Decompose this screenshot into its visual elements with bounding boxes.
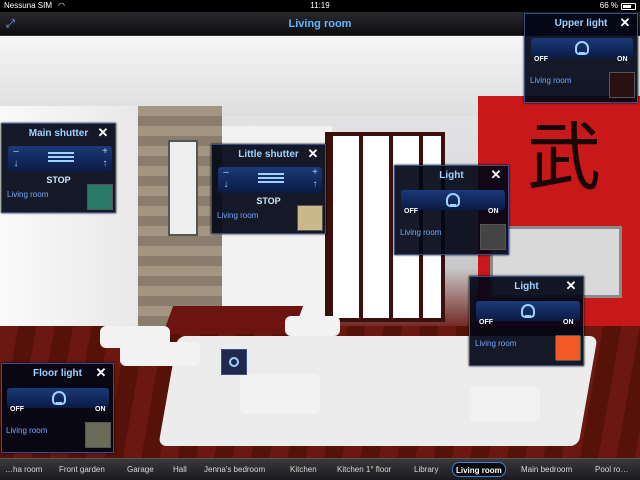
close-icon[interactable]: ✕ (94, 366, 108, 380)
close-icon[interactable]: ✕ (618, 16, 632, 30)
close-icon[interactable]: ✕ (489, 168, 503, 182)
off-label[interactable]: OFF (534, 56, 548, 63)
room-label: Living room (7, 190, 49, 199)
off-label[interactable]: OFF (10, 406, 24, 413)
tab-kitchen[interactable]: Kitchen (287, 462, 320, 477)
tab-kitchen-1-floor[interactable]: Kitchen 1° floor (334, 462, 394, 477)
bulb-icon (52, 391, 66, 405)
camera-button[interactable] (221, 349, 247, 375)
battery-icon (621, 3, 636, 10)
bulb-icon (575, 41, 589, 55)
shutter-thumbnail (87, 184, 113, 210)
main-shutter-panel: Main shutter ✕ – ↓ + ↑ STOP Living room (1, 123, 116, 213)
panel-title: Upper light (554, 18, 608, 29)
tab-living-room[interactable]: Living room (452, 462, 506, 477)
down-arrow-icon[interactable]: ↓ (10, 158, 22, 169)
panel-title: Floor light (33, 368, 82, 379)
clock: 11:19 (310, 1, 330, 10)
room-label: Living room (530, 76, 572, 85)
up-arrow-icon[interactable]: ↑ (309, 179, 321, 190)
panel-title: Little shutter (238, 149, 299, 160)
tab-hall[interactable]: Hall (170, 462, 190, 477)
cushion (470, 386, 540, 422)
tab-garage[interactable]: Garage (124, 462, 157, 477)
panel-title: Light (439, 170, 464, 181)
coffee-table (162, 306, 304, 334)
close-icon[interactable]: ✕ (96, 126, 110, 140)
tab-front-garden[interactable]: Front garden (56, 462, 108, 477)
room-label: Living room (217, 211, 259, 220)
plus-icon[interactable]: + (309, 167, 321, 178)
tab-main-bedroom[interactable]: Main bedroom (518, 462, 575, 477)
shutter-thumbnail (297, 205, 323, 231)
tab-jennas-bedroom[interactable]: Jenna's bedroom (201, 462, 268, 477)
light-panel: Light ✕ OFF ON Living room (469, 276, 584, 366)
room-label: Living room (475, 339, 517, 348)
cushion (285, 316, 340, 336)
off-label[interactable]: OFF (479, 319, 493, 326)
tab-library[interactable]: Library (411, 462, 441, 477)
shutter-icon (258, 173, 284, 185)
cushion (120, 342, 200, 366)
plus-icon[interactable]: + (99, 146, 111, 157)
close-icon[interactable]: ✕ (306, 147, 320, 161)
room-tab-bar: …ha room Front garden Garage Hall Jenna'… (0, 458, 640, 480)
panel-title: Main shutter (28, 128, 89, 139)
light-thumbnail (85, 422, 111, 448)
minus-icon[interactable]: – (10, 146, 22, 157)
camera-icon (229, 357, 239, 367)
light-thumbnail (480, 224, 506, 250)
bulb-icon (521, 304, 535, 318)
tab-pool-room[interactable]: Pool ro… (592, 462, 631, 477)
shutter-icon (48, 152, 74, 164)
up-arrow-icon[interactable]: ↑ (99, 158, 111, 169)
close-icon[interactable]: ✕ (564, 279, 578, 293)
room-label: Living room (6, 426, 48, 435)
battery-label: 66 % (599, 1, 618, 10)
cushion (240, 374, 320, 414)
bulb-icon (446, 193, 460, 207)
status-bar: Nessuna SIM ◠ 11:19 66 % (0, 0, 640, 12)
light-thumbnail (609, 72, 635, 98)
on-label[interactable]: ON (563, 319, 574, 326)
little-shutter-panel: Little shutter ✕ – ↓ + ↑ STOP Living roo… (211, 144, 326, 234)
wall-scroll (168, 140, 198, 236)
down-arrow-icon[interactable]: ↓ (220, 179, 232, 190)
off-label[interactable]: OFF (404, 208, 418, 215)
on-label[interactable]: ON (95, 406, 106, 413)
on-label[interactable]: ON (617, 56, 628, 63)
floor-light-panel: Floor light ✕ OFF ON Living room (1, 363, 114, 453)
minus-icon[interactable]: – (220, 167, 232, 178)
light-thumbnail (555, 335, 581, 361)
room-label: Living room (400, 228, 442, 237)
light-panel: Light ✕ OFF ON Living room (394, 165, 509, 255)
wall-kanji: 武 (527, 115, 601, 201)
panel-title: Light (514, 281, 539, 292)
on-label[interactable]: ON (488, 208, 499, 215)
tab-room[interactable]: …ha room (2, 462, 45, 477)
upper-light-panel: Upper light ✕ OFF ON Living room (524, 13, 638, 103)
